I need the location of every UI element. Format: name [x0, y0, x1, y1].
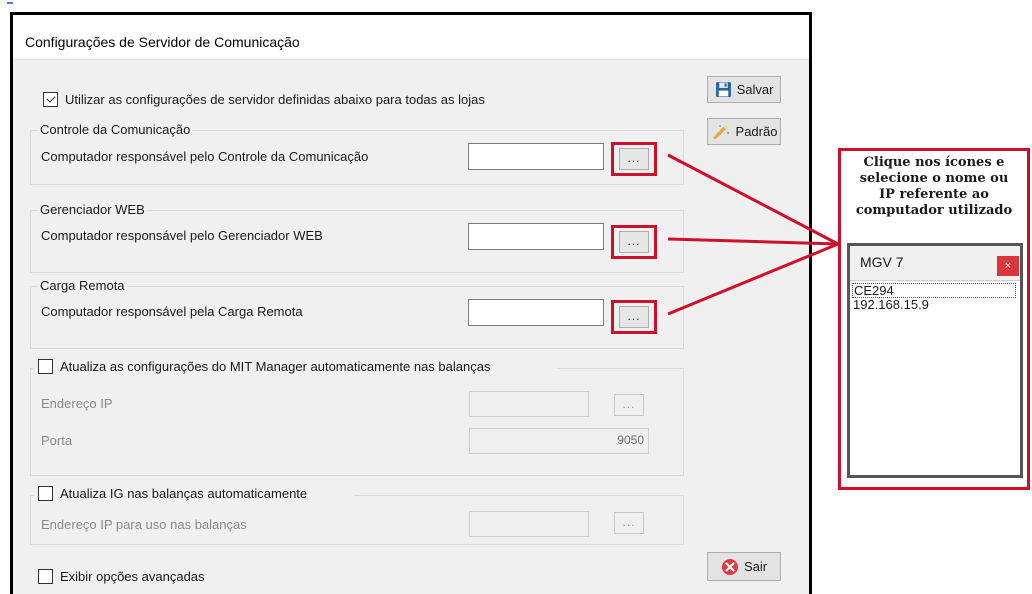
list-item[interactable]: 192.168.15.9 [852, 298, 1016, 313]
ig-ip-label: Endereço IP para uso nas balanças [41, 517, 247, 532]
annotation-callout: Clique nos ícones e selecione o nome ou … [838, 148, 1030, 490]
server-config-dialog: Configurações de Servidor de Comunicação… [10, 12, 812, 594]
annotation-text: Clique nos ícones e selecione o nome ou … [841, 155, 1027, 219]
mit-ip-input[interactable] [469, 391, 589, 417]
ig-checkbox[interactable] [38, 486, 53, 501]
use-config-label: Utilizar as configurações de servidor de… [65, 92, 485, 107]
mit-port-input[interactable]: 9050 [469, 428, 649, 454]
computer-list: CE294 192.168.15.9 [850, 280, 1020, 475]
mit-manager-checkbox[interactable] [38, 359, 53, 374]
gerenciador-label: Computador responsável pelo Gerenciador … [41, 228, 323, 243]
group-mit-manager [30, 368, 684, 476]
carga-computer-input[interactable] [468, 299, 604, 326]
exit-button-label: Sair [743, 559, 768, 574]
close-icon[interactable]: × [997, 256, 1019, 276]
mit-port-value: 9050 [617, 433, 644, 447]
annotation-line-1: Clique nos ícones e [863, 155, 1005, 170]
red-x-circle-icon [721, 558, 738, 575]
default-button[interactable]: Padrão [707, 118, 781, 145]
gerenciador-computer-input[interactable] [468, 223, 604, 250]
group-carga-title: Carga Remota [38, 278, 127, 293]
advanced-options-label: Exibir opções avançadas [60, 569, 205, 584]
save-button[interactable]: Salvar [707, 76, 781, 103]
floppy-disk-icon [715, 82, 731, 97]
annotation-line-3: IP referente ao [879, 187, 989, 202]
controle-browse-button[interactable]: ... [619, 148, 649, 170]
controle-computer-input[interactable] [468, 143, 604, 170]
carga-browse-button[interactable]: ... [619, 306, 649, 328]
dialog-titlebar: Configurações de Servidor de Comunicação [13, 15, 809, 60]
default-button-label: Padrão [735, 124, 778, 139]
exit-button[interactable]: Sair [707, 552, 781, 581]
use-config-checkbox[interactable] [43, 92, 58, 107]
ig-ip-input[interactable] [469, 511, 589, 537]
group-gerenciador-title: Gerenciador WEB [38, 202, 147, 217]
advanced-options-checkbox[interactable] [38, 569, 53, 584]
corner-mark [7, 2, 13, 4]
mit-manager-label: Atualiza as configurações do MIT Manager… [60, 359, 491, 374]
annotation-line-2: selecione o nome ou [859, 171, 1009, 186]
annotation-line-4: computador utilizado [855, 203, 1013, 218]
dialog-title: Configurações de Servidor de Comunicação [25, 34, 300, 50]
controle-label: Computador responsável pelo Controle da … [41, 149, 369, 164]
gerenciador-browse-button[interactable]: ... [619, 231, 649, 253]
carga-label: Computador responsável pela Carga Remota [41, 304, 303, 319]
computer-select-popup: MGV 7 × CE294 192.168.15.9 [847, 243, 1023, 478]
mit-ip-browse-button[interactable]: ... [614, 394, 644, 416]
ig-label: Atualiza IG nas balanças automaticamente [60, 486, 308, 501]
wand-icon [712, 124, 729, 139]
save-button-label: Salvar [736, 82, 774, 97]
list-item[interactable]: CE294 [852, 283, 1016, 298]
popup-title: MGV 7 [860, 254, 904, 270]
ig-ip-browse-button[interactable]: ... [614, 512, 644, 534]
mit-port-label: Porta [41, 433, 73, 448]
group-controle-title: Controle da Comunicação [38, 122, 193, 137]
mit-ip-label: Endereço IP [41, 396, 113, 411]
